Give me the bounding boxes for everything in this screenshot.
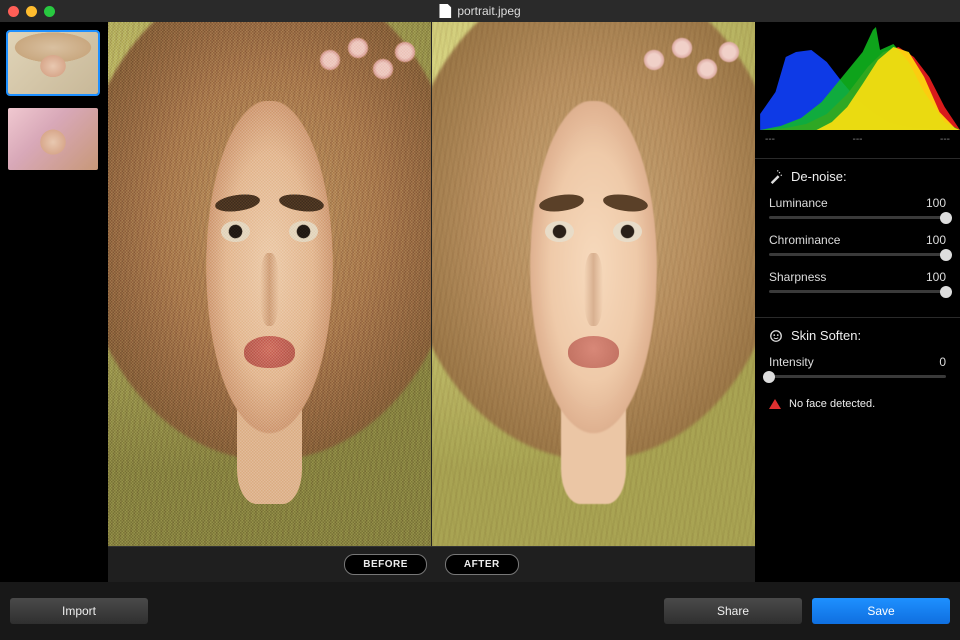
chrominance-slider[interactable]: Chrominance 100 xyxy=(769,233,946,256)
import-button[interactable]: Import xyxy=(10,598,148,624)
chrominance-value: 100 xyxy=(926,233,946,247)
sharpness-value: 100 xyxy=(926,270,946,284)
thumbnail-2[interactable] xyxy=(8,108,98,170)
face-icon xyxy=(769,329,783,343)
denoise-title: De-noise: xyxy=(791,169,847,184)
close-icon[interactable] xyxy=(8,6,19,17)
luminance-label: Luminance xyxy=(769,196,828,210)
window-controls xyxy=(8,6,55,17)
after-button[interactable]: AFTER xyxy=(445,554,519,575)
face-warning: No face detected. xyxy=(755,396,960,412)
sharpness-slider[interactable]: Sharpness 100 xyxy=(769,270,946,293)
filename: portrait.jpeg xyxy=(457,4,520,18)
histogram-graph xyxy=(755,22,960,132)
hist-label-highs: --- xyxy=(940,134,950,145)
sharpness-label: Sharpness xyxy=(769,270,826,284)
skin-section: Skin Soften: Intensity 0 xyxy=(755,317,960,396)
skin-title: Skin Soften: xyxy=(791,328,861,343)
histogram: --- --- --- xyxy=(755,22,960,152)
window-title: portrait.jpeg xyxy=(439,4,520,18)
intensity-label: Intensity xyxy=(769,355,814,369)
minimize-icon[interactable] xyxy=(26,6,37,17)
save-button[interactable]: Save xyxy=(812,598,950,624)
titlebar: portrait.jpeg xyxy=(0,0,960,22)
main-area: BEFORE AFTER xyxy=(108,22,755,582)
thumbnail-1[interactable] xyxy=(8,32,98,94)
toggle-row: BEFORE AFTER xyxy=(108,546,755,582)
hist-label-shadows: --- xyxy=(765,134,775,145)
intensity-slider[interactable]: Intensity 0 xyxy=(769,355,946,378)
intensity-value: 0 xyxy=(939,355,946,369)
after-pane[interactable] xyxy=(432,22,755,546)
bottom-bar: Import Share Save xyxy=(0,582,960,640)
share-button[interactable]: Share xyxy=(664,598,802,624)
file-icon xyxy=(439,4,451,18)
before-button[interactable]: BEFORE xyxy=(344,554,427,575)
maximize-icon[interactable] xyxy=(44,6,55,17)
warning-icon xyxy=(769,399,781,409)
wand-icon xyxy=(769,170,783,184)
chrominance-label: Chrominance xyxy=(769,233,840,247)
luminance-slider[interactable]: Luminance 100 xyxy=(769,196,946,219)
denoise-section: De-noise: Luminance 100 Chrominance 100 … xyxy=(755,158,960,311)
thumbnail-sidebar xyxy=(0,22,108,582)
warning-text: No face detected. xyxy=(789,398,875,410)
luminance-value: 100 xyxy=(926,196,946,210)
controls-panel: --- --- --- De-noise: Luminance 100 Chro… xyxy=(755,22,960,582)
hist-label-mids: --- xyxy=(853,134,863,145)
before-pane[interactable] xyxy=(108,22,432,546)
compare-canvas xyxy=(108,22,755,546)
histogram-labels: --- --- --- xyxy=(755,132,960,147)
